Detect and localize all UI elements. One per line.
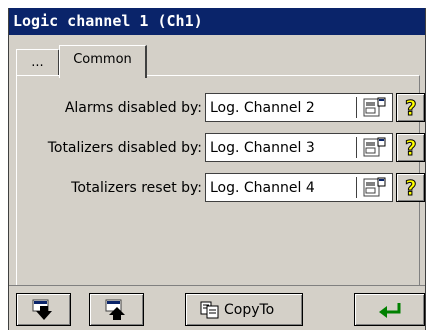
help-glyph: ? <box>405 138 417 158</box>
field-separator <box>356 97 357 118</box>
select-dialog-icon[interactable] <box>363 137 387 159</box>
select-dialog-icon[interactable] <box>363 97 387 119</box>
alarms-disabled-field[interactable]: Log. Channel 2 <box>205 93 393 122</box>
alarms-disabled-label: Alarms disabled by: <box>64 100 202 116</box>
totalizers-disabled-field[interactable]: Log. Channel 3 <box>205 133 393 162</box>
totalizers-reset-field[interactable]: Log. Channel 4 <box>205 173 393 202</box>
copy-icon <box>200 301 219 319</box>
alarms-help-button[interactable]: ? <box>396 93 425 122</box>
field-separator <box>356 137 357 158</box>
scroll-down-icon <box>32 299 52 320</box>
field-separator <box>356 177 357 198</box>
enter-button[interactable] <box>354 293 425 326</box>
next-channel-button[interactable] <box>16 293 71 326</box>
scroll-up-icon <box>105 299 125 320</box>
bottom-divider <box>9 285 425 286</box>
help-glyph: ? <box>405 98 417 118</box>
tab-more[interactable]: ... <box>16 49 60 76</box>
select-dialog-icon[interactable] <box>363 177 387 199</box>
totalizers-reset-value: Log. Channel 4 <box>210 180 315 196</box>
totalizers-reset-help-button[interactable]: ? <box>396 173 425 202</box>
totalizers-disabled-help-button[interactable]: ? <box>396 133 425 162</box>
help-glyph: ? <box>405 178 417 198</box>
question-mark-icon: ? <box>405 98 418 118</box>
totalizers-reset-label: Totalizers reset by: <box>71 180 202 196</box>
alarms-disabled-value: Log. Channel 2 <box>210 100 315 116</box>
dialog-window: Logic channel 1 (Ch1) ... Common Alarms … <box>8 8 426 330</box>
copy-to-button[interactable]: CopyTo <box>185 293 303 326</box>
tab-common[interactable]: Common <box>59 45 147 78</box>
enter-arrow-icon <box>379 303 401 318</box>
copy-to-label: CopyTo <box>224 302 275 318</box>
totalizers-disabled-label: Totalizers disabled by: <box>47 140 202 156</box>
totalizers-disabled-value: Log. Channel 3 <box>210 140 315 156</box>
question-mark-icon: ? <box>405 178 418 198</box>
window-title: Logic channel 1 (Ch1) <box>9 8 425 35</box>
previous-channel-button[interactable] <box>89 293 144 326</box>
question-mark-icon: ? <box>405 138 418 158</box>
